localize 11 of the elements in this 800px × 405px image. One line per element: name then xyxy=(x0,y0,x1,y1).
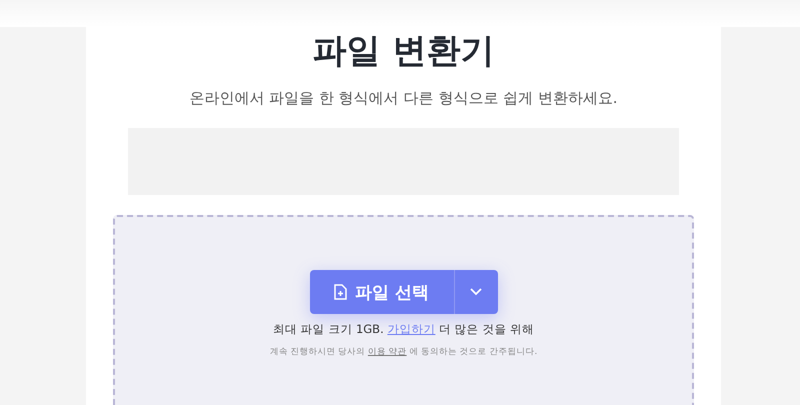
terms-note: 계속 진행하시면 당사의 이용 약관 에 동의하는 것으로 간주됩니다. xyxy=(270,346,538,358)
more-options-button[interactable] xyxy=(454,270,498,314)
page-subtitle: 온라인에서 파일을 한 형식에서 다른 형식으로 쉽게 변환하세요. xyxy=(189,88,618,108)
file-size-note: 최대 파일 크기 1GB. 가입하기 더 많은 것을 위해 xyxy=(272,322,534,337)
page-title: 파일 변환기 xyxy=(312,30,494,73)
chevron-down-icon xyxy=(470,288,482,296)
terms-link[interactable]: 이용 약관 xyxy=(368,347,407,357)
signup-link[interactable]: 가입하기 xyxy=(387,322,436,336)
file-add-icon xyxy=(334,284,348,300)
drop-zone[interactable]: 파일 선택 최대 파일 크기 1GB. 가입하기 더 많은 것을 위해 계속 진행하시면 당사의 이용 약관 에 동의하는 것으로 간주됩니다. xyxy=(113,215,694,405)
choose-file-button[interactable]: 파일 선택 xyxy=(310,270,454,314)
